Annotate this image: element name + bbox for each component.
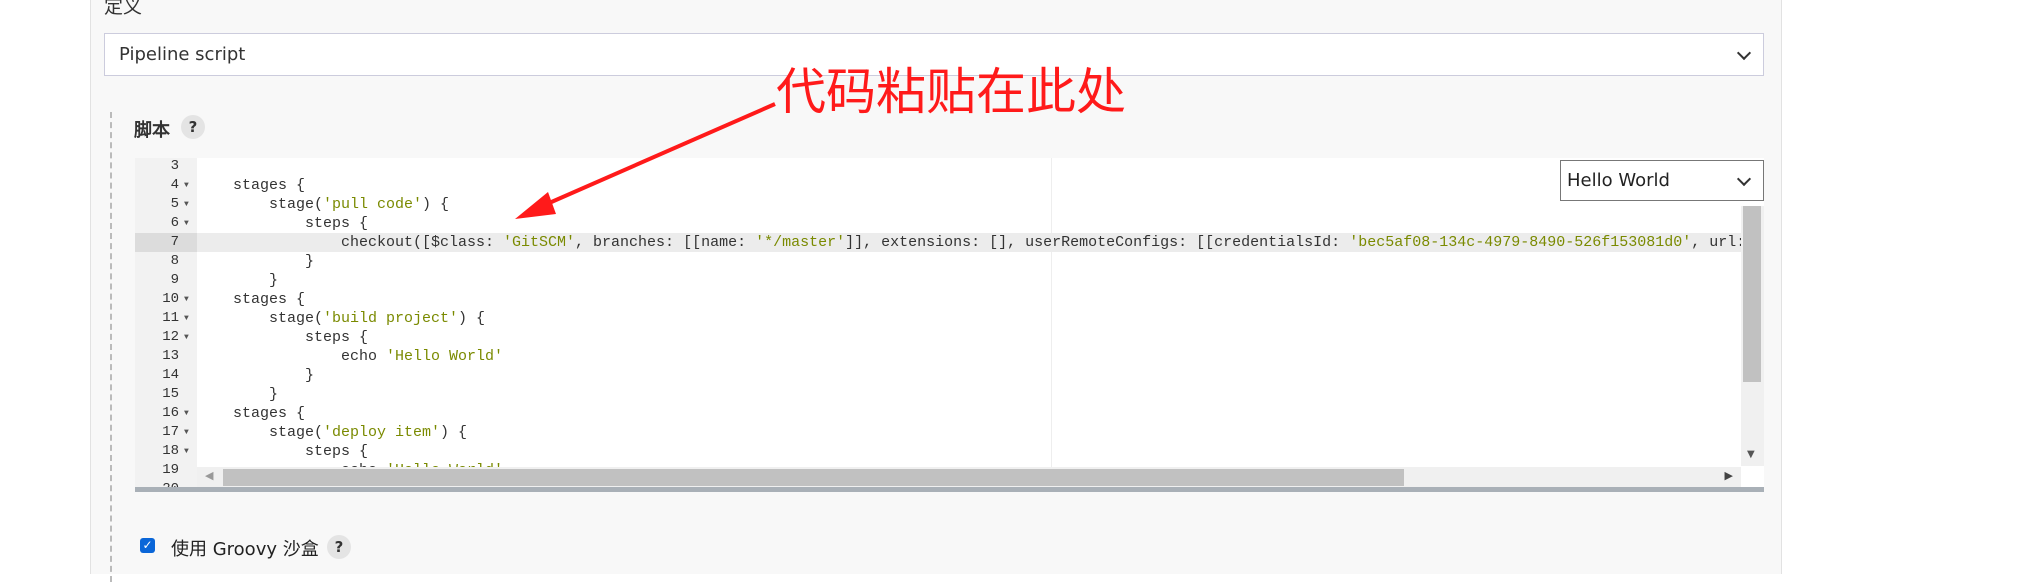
- annotation-arrow-icon: [515, 102, 776, 219]
